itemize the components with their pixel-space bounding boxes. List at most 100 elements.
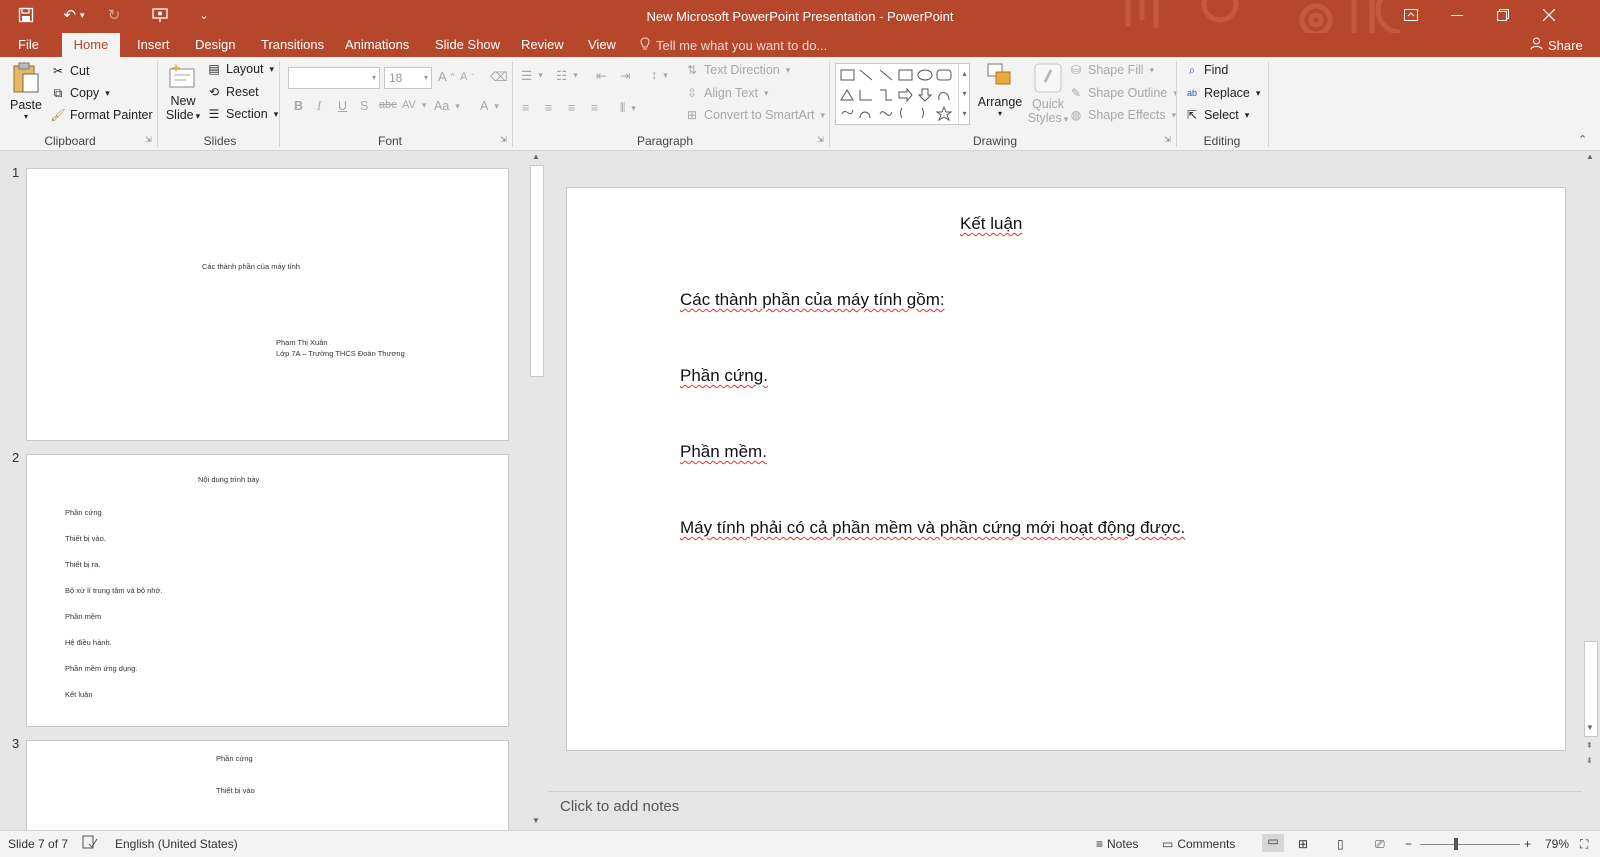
thumbnails-scrollbar[interactable]: ▲ ▼ — [529, 151, 545, 830]
tab-animations[interactable]: Animations — [339, 33, 415, 57]
bullets-button[interactable]: ☰ — [521, 68, 543, 83]
section-button[interactable]: ☰ Section — [206, 107, 278, 121]
slide-text-line[interactable]: Phần mềm. — [680, 442, 767, 462]
customize-qat-icon[interactable]: ⌄ — [196, 0, 212, 30]
collapse-ribbon-icon[interactable]: ⌃ — [1578, 133, 1587, 146]
reading-view-icon[interactable]: ▯ — [1337, 837, 1344, 851]
shape-fill-button[interactable]: ⛁ Shape Fill — [1068, 63, 1154, 77]
text-shadow-button[interactable]: S — [360, 99, 368, 113]
align-right-button[interactable]: ≡ — [568, 101, 575, 115]
text-direction-button[interactable]: ⇅ Text Direction — [684, 63, 790, 77]
comments-button[interactable]: ▭ Comments — [1162, 837, 1235, 851]
notes-pane[interactable]: Click to add notes — [548, 791, 1582, 830]
zoom-slider-thumb[interactable] — [1454, 838, 1458, 850]
italic-button[interactable]: I — [317, 99, 321, 114]
slide-thumbnail-3[interactable]: Phần cứng Thiết bị vào — [26, 740, 509, 830]
tab-slide-show[interactable]: Slide Show — [429, 33, 506, 57]
replace-button[interactable]: ab Replace — [1184, 86, 1260, 100]
strikethrough-button[interactable]: abc — [379, 99, 397, 111]
scrollbar-thumb[interactable] — [530, 165, 544, 377]
zoom-level[interactable]: 79% — [1545, 837, 1569, 851]
undo-icon[interactable]: ↶ ▾ — [56, 0, 92, 30]
zoom-slider[interactable] — [1420, 838, 1520, 850]
paragraph-launcher-icon[interactable]: ⇲ — [817, 135, 824, 144]
shapes-gallery[interactable]: ▴ ▾ ▾ — [835, 63, 970, 125]
select-button[interactable]: ⇱ Select — [1184, 108, 1249, 122]
spelling-check-icon[interactable] — [82, 835, 98, 852]
justify-button[interactable]: ≡ — [591, 101, 598, 115]
tab-design[interactable]: Design — [189, 33, 241, 57]
save-icon[interactable] — [12, 0, 40, 30]
slide-thumbnail-1[interactable]: Các thành phần của máy tính Phạm Thị Xuâ… — [26, 168, 509, 441]
previous-slide-icon[interactable]: ⇞ — [1586, 741, 1593, 750]
scroll-down-icon[interactable]: ▼ — [1586, 723, 1594, 732]
editor-scrollbar[interactable]: ▲ ▼ ⇞ ⇟ — [1582, 151, 1600, 791]
reset-button[interactable]: ⟲ Reset — [206, 85, 259, 99]
format-painter-button[interactable]: 🖌 Format Painter — [50, 108, 152, 122]
scroll-up-icon[interactable]: ▲ — [1586, 152, 1594, 161]
clear-formatting-icon[interactable]: ⌫ — [490, 69, 508, 84]
align-left-button[interactable]: ≡ — [522, 101, 529, 115]
paste-button[interactable]: Paste ▾ — [8, 61, 44, 131]
minimize-icon[interactable] — [1434, 0, 1480, 30]
convert-smartart-button[interactable]: ⊞ Convert to SmartArt — [684, 108, 825, 122]
scroll-up-icon[interactable]: ▲ — [532, 152, 540, 161]
decrease-indent-button[interactable]: ⇤ — [596, 68, 606, 83]
increase-indent-button[interactable]: ⇥ — [620, 68, 630, 83]
tab-review[interactable]: Review — [515, 33, 570, 57]
font-size-combo[interactable]: 18 ▾ — [384, 67, 432, 89]
increase-font-size-button[interactable]: A ^ — [438, 69, 454, 84]
font-name-combo[interactable]: ▾ — [288, 67, 380, 89]
font-color-button[interactable]: A — [480, 99, 499, 113]
tab-insert[interactable]: Insert — [131, 33, 176, 57]
scroll-down-icon[interactable]: ▼ — [532, 816, 540, 825]
slide-text-line[interactable]: Máy tính phải có cả phần mềm và phần cứn… — [680, 518, 1185, 538]
underline-button[interactable]: U — [338, 99, 347, 113]
new-slide-button[interactable]: New Slide — [164, 61, 202, 123]
slide-text-line[interactable]: Các thành phần của máy tính gồm: — [680, 290, 945, 310]
tell-me-search[interactable]: Tell me what you want to do... — [640, 33, 827, 57]
current-slide[interactable]: Kết luận Các thành phần của máy tính gồm… — [566, 187, 1566, 751]
decrease-font-size-button[interactable]: Aˇ — [460, 71, 474, 83]
find-button[interactable]: ⌕ Find — [1184, 63, 1229, 77]
slide-thumbnail-2[interactable]: Nội dung trình bày Phần cứng Thiết bị và… — [26, 454, 509, 727]
start-from-beginning-icon[interactable] — [148, 0, 174, 30]
slide-title[interactable]: Kết luận — [960, 214, 1022, 234]
close-icon[interactable] — [1526, 0, 1572, 30]
notes-button[interactable]: ≡ Notes — [1096, 837, 1138, 851]
tab-transitions[interactable]: Transitions — [255, 33, 330, 57]
arrange-button[interactable]: Arrange ▾ — [976, 62, 1024, 118]
slide-sorter-icon[interactable]: ⊞ — [1298, 837, 1308, 851]
character-spacing-button[interactable]: AV — [402, 99, 426, 111]
drawing-launcher-icon[interactable]: ⇲ — [1164, 135, 1171, 144]
notes-placeholder[interactable]: Click to add notes — [560, 798, 679, 815]
layout-button[interactable]: ▤ Layout — [206, 62, 274, 76]
tab-view[interactable]: View — [582, 33, 622, 57]
tab-home[interactable]: Home — [62, 33, 120, 58]
zoom-in-icon[interactable]: + — [1524, 837, 1531, 851]
language-indicator[interactable]: English (United States) — [115, 837, 238, 851]
change-case-button[interactable]: Aa — [434, 99, 460, 113]
normal-view-icon[interactable]: ▭ — [1262, 834, 1284, 852]
clipboard-launcher-icon[interactable]: ⇲ — [145, 135, 152, 144]
numbering-button[interactable]: ☷ — [556, 68, 578, 83]
align-center-button[interactable]: ≡ — [545, 101, 552, 115]
cut-button[interactable]: ✂ Cut — [50, 64, 89, 78]
share-button[interactable]: Share — [1530, 33, 1583, 57]
line-spacing-button[interactable]: ↕ — [651, 68, 668, 82]
bold-button[interactable]: B — [294, 99, 303, 113]
slide-show-icon[interactable]: ⎚ — [1375, 837, 1385, 852]
zoom-out-icon[interactable]: − — [1405, 837, 1412, 851]
copy-button[interactable]: ⧉ Copy — [50, 86, 110, 100]
shape-outline-button[interactable]: ✎ Shape Outline — [1068, 86, 1178, 100]
font-launcher-icon[interactable]: ⇲ — [500, 135, 507, 144]
align-text-button[interactable]: ⇳ Align Text — [684, 86, 769, 100]
slide-text-line[interactable]: Phần cứng. — [680, 366, 768, 386]
quick-styles-button[interactable]: Quick Styles — [1025, 62, 1071, 126]
restore-icon[interactable] — [1480, 0, 1526, 30]
shape-effects-button[interactable]: ◍ Shape Effects — [1068, 108, 1176, 122]
columns-button[interactable]: ⫴ — [620, 101, 636, 116]
fit-to-window-icon[interactable]: ⛶ — [1580, 837, 1588, 852]
redo-icon[interactable]: ↻ — [102, 0, 126, 30]
next-slide-icon[interactable]: ⇟ — [1586, 756, 1593, 765]
